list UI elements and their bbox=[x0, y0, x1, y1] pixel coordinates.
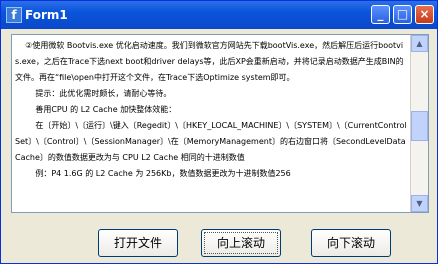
scroll-up-button[interactable]: 向上滚动 bbox=[201, 229, 281, 257]
window-title: Form1 bbox=[25, 8, 68, 22]
scroll-up-arrow-icon[interactable]: ▲ bbox=[411, 35, 428, 52]
close-button[interactable]: × bbox=[415, 5, 434, 24]
app-icon: f bbox=[6, 7, 22, 23]
title-bar[interactable]: f Form1 _ □ × bbox=[1, 1, 437, 29]
open-file-button[interactable]: 打开文件 bbox=[98, 229, 178, 257]
maximize-button[interactable]: □ bbox=[393, 5, 412, 24]
main-window: f Form1 _ □ × ②使用微软 Bootvis.exe 优化启动速度。我… bbox=[0, 0, 438, 264]
text-box[interactable]: ②使用微软 Bootvis.exe 优化启动速度。我们到微软官方网站先下载boo… bbox=[11, 34, 429, 213]
scrollbar-thumb[interactable] bbox=[411, 111, 428, 141]
scroll-down-button[interactable]: 向下滚动 bbox=[311, 229, 391, 257]
vertical-scrollbar[interactable]: ▲ ▼ bbox=[410, 35, 428, 212]
text-content: ②使用微软 Bootvis.exe 优化启动速度。我们到微软官方网站先下载boo… bbox=[15, 41, 407, 178]
scroll-down-arrow-icon[interactable]: ▼ bbox=[411, 195, 428, 212]
minimize-button[interactable]: _ bbox=[371, 5, 390, 24]
